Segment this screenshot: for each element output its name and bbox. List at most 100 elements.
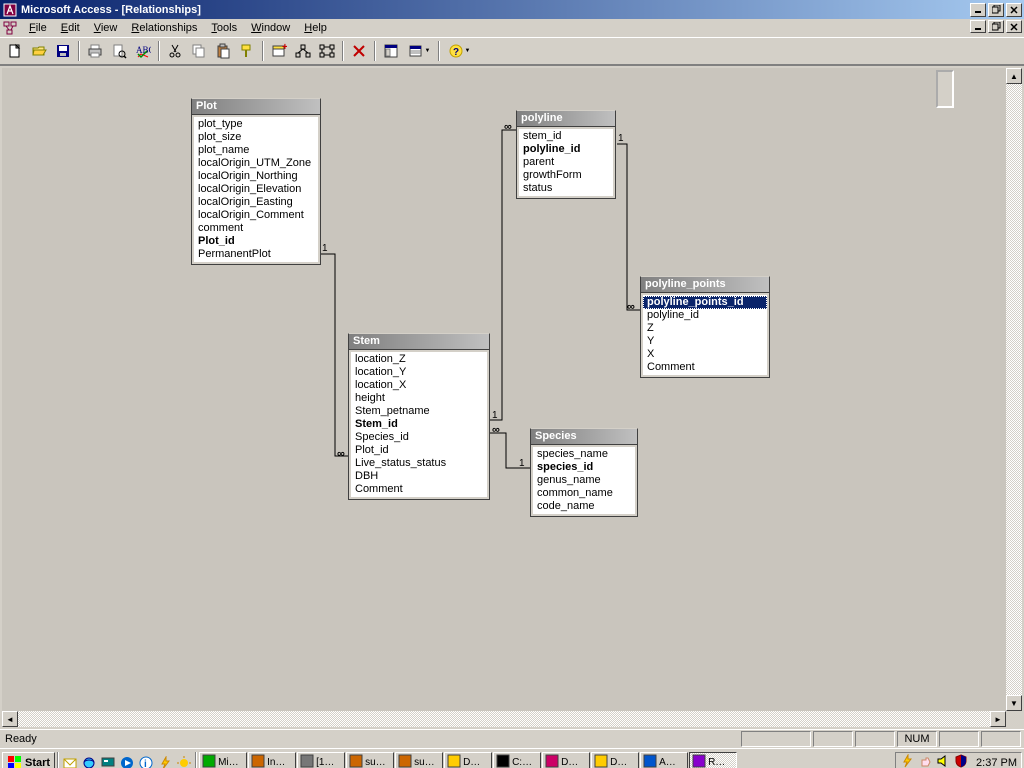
table-field[interactable]: plot_type	[194, 118, 318, 131]
ql-info-icon[interactable]: i	[137, 754, 155, 768]
table-header[interactable]: polyline_points	[641, 277, 769, 293]
table-field[interactable]: plot_size	[194, 131, 318, 144]
tray-lightning-icon[interactable]	[900, 754, 914, 768]
scroll-up-button[interactable]: ▲	[1006, 68, 1022, 84]
table-field[interactable]: Live_status_status	[351, 457, 487, 470]
format-painter-button[interactable]	[236, 40, 258, 62]
table-field[interactable]: Comment	[351, 483, 487, 496]
open-button[interactable]	[28, 40, 50, 62]
menu-help[interactable]: Help	[297, 21, 334, 35]
table-field[interactable]: Stem_petname	[351, 405, 487, 418]
copy-button[interactable]	[188, 40, 210, 62]
new-object-button[interactable]: ▼	[404, 40, 434, 62]
task-button[interactable]: [1…	[297, 752, 345, 768]
task-button[interactable]: Mi…	[199, 752, 247, 768]
show-all-relationships-button[interactable]	[316, 40, 338, 62]
ql-sun-icon[interactable]	[175, 754, 193, 768]
table-field[interactable]: height	[351, 392, 487, 405]
task-button[interactable]: D…	[542, 752, 590, 768]
table-field[interactable]: DBH	[351, 470, 487, 483]
system-tray[interactable]: 2:37 PM	[895, 752, 1022, 768]
menu-window[interactable]: Window	[244, 21, 297, 35]
table-field[interactable]: Z	[643, 322, 767, 335]
table-field[interactable]: comment	[194, 222, 318, 235]
new-button[interactable]	[4, 40, 26, 62]
vertical-scrollbar[interactable]: ▲ ▼	[1006, 68, 1022, 711]
task-button[interactable]: su…	[395, 752, 443, 768]
task-button[interactable]: C:…	[493, 752, 541, 768]
database-window-button[interactable]	[380, 40, 402, 62]
table-field[interactable]: common_name	[533, 487, 635, 500]
table-header[interactable]: Stem	[349, 334, 489, 350]
table-field[interactable]: Stem_id	[351, 418, 487, 431]
tray-hand-icon[interactable]	[918, 754, 932, 768]
spelling-button[interactable]: ABC	[132, 40, 154, 62]
menu-tools[interactable]: Tools	[204, 21, 244, 35]
relationships-canvas[interactable]: 1 ∞ 1 ∞ ∞ 1 1 ∞ Plotplot_typeplot_sizepl…	[2, 68, 1006, 711]
table-polyline-points[interactable]: polyline_points polyline_points_idpolylin…	[640, 276, 770, 378]
mdi-close-button[interactable]	[1006, 20, 1022, 33]
table-field[interactable]: location_Y	[351, 366, 487, 379]
table-field[interactable]: polyline_points_id	[643, 296, 767, 309]
table-field[interactable]: Species_id	[351, 431, 487, 444]
table-field[interactable]: location_X	[351, 379, 487, 392]
table-field[interactable]: localOrigin_UTM_Zone	[194, 157, 318, 170]
table-field[interactable]: species_id	[533, 461, 635, 474]
table-field[interactable]: location_Z	[351, 353, 487, 366]
table-field[interactable]: Comment	[643, 361, 767, 374]
start-button[interactable]: Start	[2, 752, 55, 768]
table-stem[interactable]: Stem location_Zlocation_Ylocation_Xheight…	[348, 333, 490, 500]
ql-desktop-icon[interactable]	[99, 754, 117, 768]
table-field[interactable]: Plot_id	[351, 444, 487, 457]
tray-shield-icon[interactable]	[954, 754, 968, 768]
table-field[interactable]: Plot_id	[194, 235, 318, 248]
table-field[interactable]: genus_name	[533, 474, 635, 487]
print-preview-button[interactable]	[108, 40, 130, 62]
task-button[interactable]: In…	[248, 752, 296, 768]
table-field[interactable]: X	[643, 348, 767, 361]
task-button[interactable]: R…	[689, 752, 737, 768]
table-field[interactable]: polyline_id	[643, 309, 767, 322]
table-field[interactable]: polyline_id	[519, 143, 613, 156]
help-button[interactable]: ?▼	[444, 40, 474, 62]
table-field[interactable]: Y	[643, 335, 767, 348]
close-button[interactable]	[1006, 3, 1022, 17]
relationships-doc-icon[interactable]	[2, 20, 18, 36]
table-species[interactable]: Speciesspecies_namespecies_idgenus_namec…	[530, 428, 638, 517]
table-field[interactable]: species_name	[533, 448, 635, 461]
mdi-minimize-button[interactable]	[970, 20, 986, 33]
show-table-button[interactable]: +	[268, 40, 290, 62]
table-header[interactable]: Species	[531, 429, 637, 445]
table-header[interactable]: Plot	[192, 99, 320, 115]
task-button[interactable]: D…	[444, 752, 492, 768]
minimize-button[interactable]	[970, 3, 986, 17]
tray-clock[interactable]: 2:37 PM	[976, 757, 1017, 768]
ql-outlook-icon[interactable]	[61, 754, 79, 768]
save-button[interactable]	[52, 40, 74, 62]
table-field[interactable]: code_name	[533, 500, 635, 513]
show-direct-relationships-button[interactable]	[292, 40, 314, 62]
resize-gadget[interactable]	[936, 70, 954, 108]
table-field[interactable]: stem_id	[519, 130, 613, 143]
menu-relationships[interactable]: Relationships	[124, 21, 204, 35]
menu-edit[interactable]: Edit	[54, 21, 87, 35]
print-button[interactable]	[84, 40, 106, 62]
tray-speaker-icon[interactable]	[936, 754, 950, 768]
scroll-right-button[interactable]: ►	[990, 711, 1006, 727]
table-field[interactable]: localOrigin_Easting	[194, 196, 318, 209]
ql-ie-icon[interactable]	[80, 754, 98, 768]
task-button[interactable]: D…	[591, 752, 639, 768]
paste-button[interactable]	[212, 40, 234, 62]
table-field[interactable]: PermanentPlot	[194, 248, 318, 261]
table-field[interactable]: growthForm	[519, 169, 613, 182]
table-polyline[interactable]: polylinestem_idpolyline_idparentgrowthFo…	[516, 110, 616, 199]
menu-view[interactable]: View	[87, 21, 125, 35]
scroll-left-button[interactable]: ◄	[2, 711, 18, 727]
ql-player-icon[interactable]	[118, 754, 136, 768]
menu-file[interactable]: File	[22, 21, 54, 35]
ql-lightning-icon[interactable]	[156, 754, 174, 768]
task-button[interactable]: su…	[346, 752, 394, 768]
table-plot[interactable]: Plotplot_typeplot_sizeplot_namelocalOrig…	[191, 98, 321, 265]
table-field[interactable]: localOrigin_Northing	[194, 170, 318, 183]
task-button[interactable]: A…	[640, 752, 688, 768]
